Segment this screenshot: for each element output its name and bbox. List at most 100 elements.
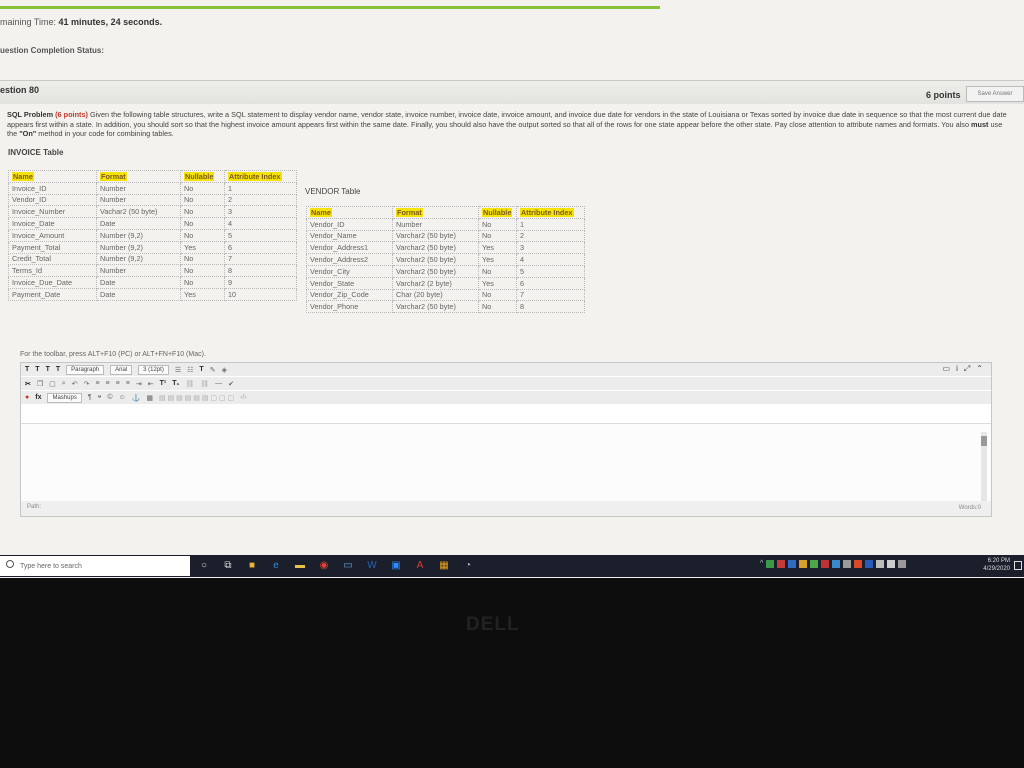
tray-app-icon[interactable] [832,560,841,568]
table-cell: Number (9,2) [96,228,181,242]
table-cell: Vendor_State [306,276,393,290]
paragraph-select[interactable]: Paragraph [66,364,105,375]
superscript-icon[interactable]: T¹ [160,380,167,387]
find-icon[interactable]: ⌕ [62,380,66,388]
font-size-select[interactable]: 3 (12pt) [138,364,169,375]
editor-scrollbar[interactable] [981,432,987,504]
spellcheck-icon[interactable]: ✔ [228,380,234,388]
clock-date: 4/29/2020 [983,566,1010,572]
word-icon[interactable]: W [364,558,380,574]
strike-t-icon[interactable]: T [56,366,60,373]
copy-icon[interactable]: ❐ [37,380,43,388]
paragraph-mark-icon[interactable]: ¶ [88,394,92,401]
subscript-icon[interactable]: T₁ [172,380,179,387]
table-cell: 5 [224,228,297,242]
tray-app-icon[interactable] [788,560,797,568]
anchor-icon[interactable]: ⚓ [132,394,141,402]
formula-icon[interactable]: fx [35,394,41,401]
indent-icon[interactable]: ⇥ [136,380,142,388]
html-icon[interactable]: ‹/› [240,394,247,401]
tray-app-icon[interactable] [865,560,874,568]
browser-app-icon[interactable]: ◔ [460,558,476,574]
numbered-list-icon[interactable]: ☷ [187,366,193,374]
table-cell: No [478,300,517,314]
copyright-icon[interactable]: © [107,394,112,401]
table-cell: Date [96,276,181,289]
tray-app-icon[interactable] [810,560,819,568]
volume-icon[interactable] [887,560,896,568]
taskbar-clock[interactable]: 6:20 PM 4/29/2020 [970,557,1010,573]
battery-icon[interactable] [898,560,907,568]
link-icon[interactable]: ⛓ [185,380,194,388]
answer-text-area[interactable] [21,423,991,504]
taskbar-search[interactable]: Type here to search [0,556,190,576]
quote-icon[interactable]: ❝ [98,394,102,402]
table-tools-icon[interactable]: ▤ ▤ ▤ ▤ ▤ ▤ ▢ ▢ ▢ [159,394,234,402]
store-icon[interactable]: ■ [244,558,260,574]
align-left-icon[interactable]: ≡ [95,380,99,387]
preview-icon[interactable]: ▭ [943,364,951,374]
question-points: 6 points [926,90,961,100]
eraser-icon[interactable]: ◈ [222,366,227,374]
align-center-icon[interactable]: ≡ [106,380,110,387]
align-right-icon[interactable]: ≡ [116,380,120,387]
chrome-icon[interactable]: ◉ [316,558,332,574]
table-cell: Number [96,264,181,278]
unlink-icon[interactable]: ⛓ [200,380,209,388]
info-icon[interactable]: i [956,364,958,374]
acrobat-icon[interactable]: A [412,558,428,574]
notification-icon[interactable] [1014,561,1022,570]
save-answer-button[interactable]: Save Answer [966,86,1024,102]
bullet-list-icon[interactable]: ☰ [175,366,181,374]
editor-window-controls: ▭ i ⤢ ⌃ [943,364,983,374]
table-cell: Invoice_Due_Date [8,276,97,289]
chevron-up-icon[interactable]: ^ [760,560,763,568]
file-explorer-icon[interactable]: ▬ [292,558,308,574]
cut-icon[interactable]: ✂ [25,380,31,388]
cortana-icon[interactable]: ○ [196,558,212,574]
highlight-icon[interactable]: ✎ [210,366,216,374]
tray-app-icon[interactable] [821,560,830,568]
font-select[interactable]: Arial [110,364,133,375]
table-cell: 6 [224,240,297,254]
undo-icon[interactable]: ↶ [72,380,78,388]
italic-t-icon[interactable]: T [35,366,39,373]
network-icon[interactable] [876,560,885,568]
app-grid-icon[interactable]: ▦ [436,558,452,574]
record-icon[interactable]: ● [25,394,29,401]
tray-app-icon[interactable] [854,560,863,568]
tray-app-icon[interactable] [777,560,786,568]
table-cell: 4 [224,217,297,230]
table-cell: Number [392,217,479,231]
table-cell: Yes [478,276,517,290]
tray-app-icon[interactable] [843,560,852,568]
mail-icon[interactable]: ▭ [340,558,356,574]
zoom-icon[interactable]: ▣ [388,558,404,574]
text-color-icon[interactable]: T [199,366,203,373]
paste-icon[interactable]: ▢ [49,380,56,388]
edge-icon[interactable]: e [268,558,284,574]
justify-icon[interactable]: ≡ [126,380,130,387]
tray-app-icon[interactable] [799,560,808,568]
table-row: Payment_Total Number (9,2) Yes 6 [8,240,297,254]
collapse-icon[interactable]: ⌃ [976,364,983,374]
underline-t-icon[interactable]: T [46,366,50,373]
bold-t-icon[interactable]: T [25,366,29,373]
mashups-select[interactable]: Mashups [47,392,82,403]
fullscreen-icon[interactable]: ⤢ [964,364,970,374]
remaining-time: maining Time: 41 minutes, 24 seconds. [0,17,162,27]
question-number: estion 80 [0,85,40,95]
task-view-icon[interactable]: ⧉ [220,558,236,574]
outdent-icon[interactable]: ⇤ [148,380,154,388]
table-cell: Vendor_ID [8,193,97,207]
redo-icon[interactable]: ↷ [84,380,90,388]
table-icon[interactable]: ▦ [146,394,153,402]
table-cell: 1 [224,181,297,195]
column-header: Format [392,206,479,219]
tray-app-icon[interactable] [766,560,775,568]
column-header: Nullable [180,170,225,183]
table-cell: 1 [516,217,585,231]
emoji-icon[interactable]: ☺ [119,394,126,401]
horizontal-rule-icon[interactable]: — [215,380,222,387]
column-header: Name [8,170,97,183]
